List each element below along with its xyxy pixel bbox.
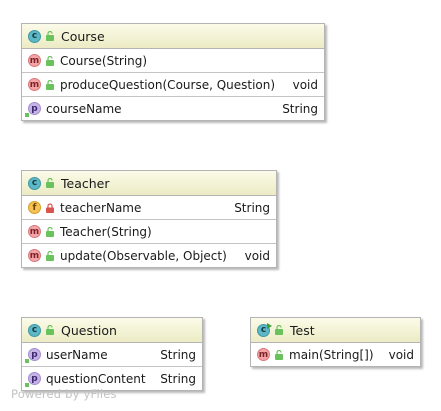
member-name: courseName: [46, 101, 122, 116]
member-name: Teacher(String): [60, 224, 152, 239]
member-row[interactable]: m Course(String): [22, 49, 324, 72]
public-icon: [45, 31, 55, 41]
member-name: questionContent: [46, 371, 146, 386]
field-icon: f: [28, 201, 41, 214]
method-icon: m: [28, 225, 41, 238]
class-question[interactable]: c Question p userName String p questionC…: [21, 317, 203, 391]
watermark: Powered by yFiles: [11, 387, 117, 401]
class-name: Question: [61, 322, 117, 338]
public-icon: [45, 178, 55, 188]
class-course[interactable]: c Course m Course(String) m produceQuest…: [21, 23, 325, 121]
property-icon: p: [28, 372, 41, 385]
member-name: main(String[]): [289, 347, 374, 362]
member-type: String: [282, 101, 318, 116]
member-name: Course(String): [60, 53, 148, 68]
public-icon: [45, 226, 55, 237]
member-name: teacherName: [60, 200, 142, 215]
member-name: produceQuestion(Course, Question): [60, 77, 276, 92]
member-type: String: [160, 371, 196, 386]
member-row[interactable]: p courseName String: [22, 96, 324, 120]
class-teacher[interactable]: c Teacher f teacherName String m Teacher…: [21, 170, 277, 268]
class-name: Test: [290, 322, 315, 338]
member-row[interactable]: m Teacher(String): [22, 219, 276, 243]
runnable-class-icon: c: [257, 322, 272, 337]
public-icon: [45, 79, 55, 90]
public-icon: [45, 55, 55, 66]
member-type: void: [292, 77, 318, 92]
class-name: Course: [61, 28, 105, 44]
property-icon: p: [28, 102, 41, 115]
public-icon: [274, 325, 284, 335]
public-icon: [274, 349, 284, 360]
member-type: void: [244, 248, 270, 263]
member-row[interactable]: m update(Observable, Object) void: [22, 243, 276, 267]
member-type: String: [234, 200, 270, 215]
method-icon: m: [28, 54, 41, 67]
member-type: String: [160, 347, 196, 362]
static-method-icon: m: [257, 348, 270, 361]
method-icon: m: [28, 78, 41, 91]
member-row[interactable]: m produceQuestion(Course, Question) void: [22, 72, 324, 96]
member-row[interactable]: p userName String: [22, 343, 202, 366]
member-name: update(Observable, Object): [60, 248, 227, 263]
class-test[interactable]: c Test m main(String[]) void: [250, 317, 421, 367]
property-icon: p: [28, 348, 41, 361]
class-header[interactable]: c Test: [251, 318, 420, 343]
class-header[interactable]: c Teacher: [22, 171, 276, 196]
class-name: Teacher: [61, 175, 110, 191]
class-icon: c: [28, 29, 41, 43]
member-name: userName: [46, 347, 108, 362]
public-marker-icon: [25, 359, 29, 363]
class-icon: c: [28, 323, 41, 337]
class-icon: c: [28, 176, 41, 190]
private-lock-icon: [45, 202, 55, 213]
member-row[interactable]: f teacherName String: [22, 196, 276, 219]
class-header[interactable]: c Course: [22, 24, 324, 49]
method-icon: m: [28, 249, 41, 262]
member-row[interactable]: m main(String[]) void: [251, 343, 420, 366]
public-marker-icon: [25, 113, 29, 117]
member-type: void: [388, 347, 414, 362]
public-icon: [45, 325, 55, 335]
public-icon: [45, 250, 55, 261]
class-header[interactable]: c Question: [22, 318, 202, 343]
